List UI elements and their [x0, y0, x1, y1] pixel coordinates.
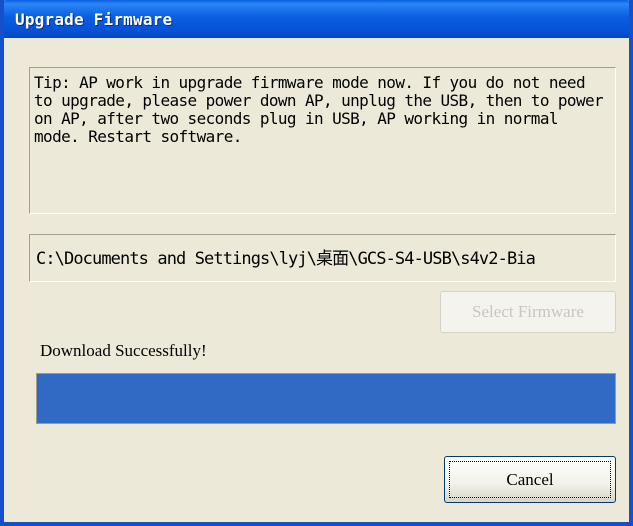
- download-progress-bar: [36, 373, 616, 424]
- download-status-label: Download Successfully!: [40, 341, 207, 360]
- firmware-path-field[interactable]: C:\Documents and Settings\lyj\桌面\GCS-S4-…: [29, 234, 616, 282]
- tip-text: Tip: AP work in upgrade firmware mode no…: [34, 73, 604, 146]
- focus-rectangle: [449, 461, 611, 498]
- window-title: Upgrade Firmware: [15, 10, 173, 29]
- select-firmware-label: Select Firmware: [472, 302, 584, 321]
- select-firmware-button[interactable]: Select Firmware: [440, 291, 616, 333]
- firmware-path-text: C:\Documents and Settings\lyj\桌面\GCS-S4-…: [36, 249, 536, 269]
- tip-textbox[interactable]: Tip: AP work in upgrade firmware mode no…: [29, 67, 616, 214]
- progress-fill: [37, 374, 615, 423]
- cancel-button[interactable]: Cancel: [444, 456, 616, 503]
- title-bar[interactable]: Upgrade Firmware: [4, 0, 629, 38]
- upgrade-firmware-dialog: Upgrade Firmware Tip: AP work in upgrade…: [0, 0, 633, 526]
